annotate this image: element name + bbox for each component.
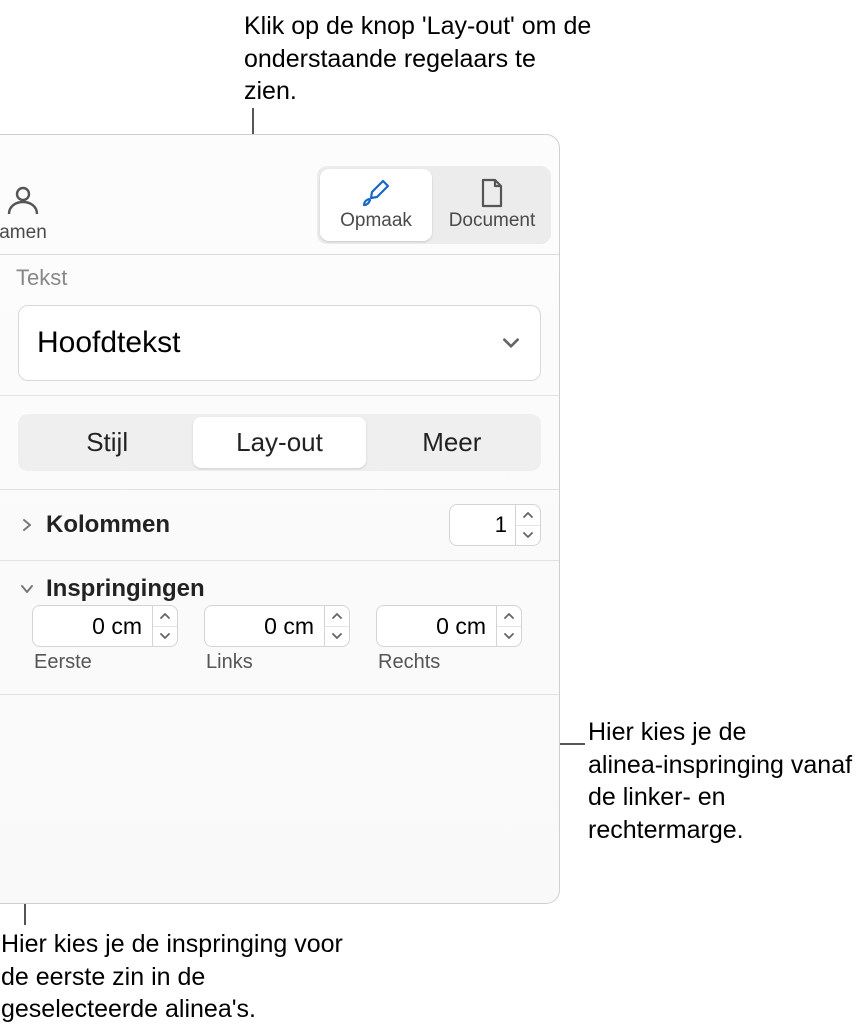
columns-label: Kolommen: [46, 511, 439, 539]
stepper-down-icon[interactable]: [497, 627, 521, 647]
inspector-mode-group: Opmaak Document: [317, 166, 551, 244]
paintbrush-icon: [361, 178, 391, 208]
collaborate-icon: [3, 184, 43, 218]
callout-right: Hier kies je de alinea-inspringing vanaf…: [588, 716, 858, 846]
indent-right-stepper[interactable]: 0 cm: [376, 605, 522, 647]
paragraph-style-value: Hoofdtekst: [37, 326, 180, 360]
stepper-down-icon[interactable]: [153, 627, 177, 647]
tab-layout[interactable]: Lay-out: [193, 417, 365, 468]
indent-first-caption: Eerste: [32, 651, 178, 674]
indent-right-caption: Rechts: [376, 651, 522, 674]
indent-left-caption: Links: [204, 651, 350, 674]
collaborate-tool[interactable]: amen: [0, 184, 58, 244]
disclosure-down-icon[interactable]: [18, 580, 36, 598]
columns-value[interactable]: 1: [449, 504, 515, 546]
format-tab[interactable]: Opmaak: [320, 169, 432, 241]
tab-more[interactable]: Meer: [366, 417, 538, 468]
columns-stepper[interactable]: 1: [449, 504, 541, 546]
stepper-up-icon[interactable]: [153, 606, 177, 627]
indent-first-value[interactable]: 0 cm: [32, 605, 152, 647]
paragraph-style-popup[interactable]: Hoofdtekst: [18, 305, 541, 381]
stepper-down-icon[interactable]: [325, 627, 349, 647]
stepper-up-icon[interactable]: [516, 505, 540, 526]
indents-header-row: Inspringingen: [0, 561, 559, 605]
indent-right-col: 0 cm Rechts: [376, 605, 522, 674]
indent-right-arrows[interactable]: [496, 605, 522, 647]
columns-row: Kolommen 1: [0, 490, 559, 560]
text-inspector-tabs: Stijl Lay-out Meer: [18, 414, 541, 471]
indent-left-stepper[interactable]: 0 cm: [204, 605, 350, 647]
inspector-panel: amen Opmaak Document Tekst Hoofdtekst: [0, 134, 560, 904]
document-label: Document: [449, 210, 536, 232]
tab-style[interactable]: Stijl: [21, 417, 193, 468]
chevron-down-icon: [500, 332, 522, 354]
indent-right-value[interactable]: 0 cm: [376, 605, 496, 647]
callout-bottom: Hier kies je de inspringing voor de eers…: [1, 928, 361, 1026]
divider: [0, 694, 559, 695]
disclosure-right-icon[interactable]: [18, 516, 36, 534]
indents-controls: 0 cm Eerste 0 cm Links 0 cm: [0, 605, 559, 680]
indent-left-value[interactable]: 0 cm: [204, 605, 324, 647]
columns-stepper-arrows[interactable]: [515, 504, 541, 546]
indent-first-stepper[interactable]: 0 cm: [32, 605, 178, 647]
stepper-up-icon[interactable]: [497, 606, 521, 627]
indents-label: Inspringingen: [46, 575, 541, 603]
indent-left-col: 0 cm Links: [204, 605, 350, 674]
collaborate-label: amen: [0, 222, 47, 244]
format-label: Opmaak: [340, 210, 412, 232]
section-heading: Tekst: [0, 255, 559, 297]
indent-first-col: 0 cm Eerste: [32, 605, 178, 674]
indent-left-arrows[interactable]: [324, 605, 350, 647]
indent-first-arrows[interactable]: [152, 605, 178, 647]
document-tab[interactable]: Document: [436, 169, 548, 241]
stepper-down-icon[interactable]: [516, 526, 540, 546]
callout-top: Klik op de knop 'Lay-out' om de ondersta…: [244, 10, 594, 108]
document-icon: [479, 178, 505, 208]
stepper-up-icon[interactable]: [325, 606, 349, 627]
toolbar: amen Opmaak Document: [0, 135, 559, 255]
